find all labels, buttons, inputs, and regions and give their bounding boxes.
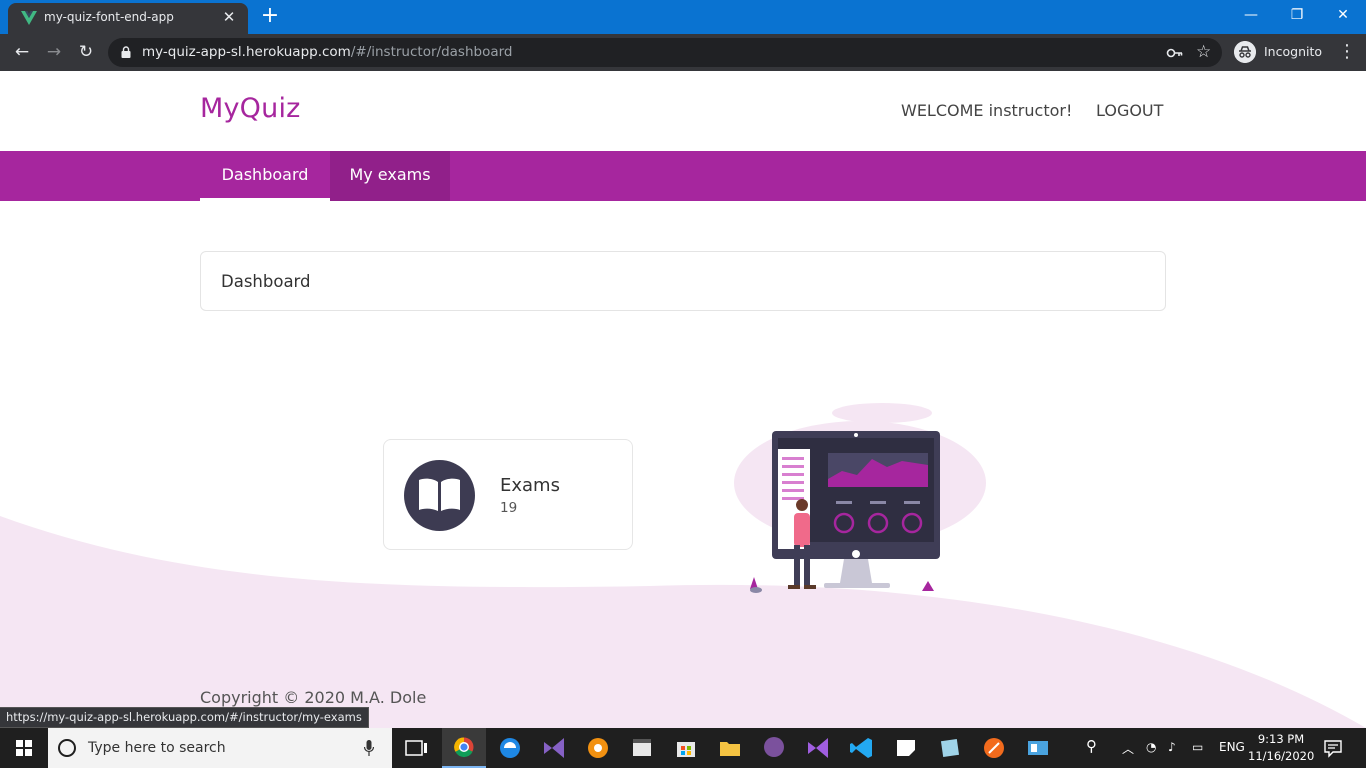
logout-link[interactable]: LOGOUT (1096, 101, 1163, 120)
microphone-icon[interactable] (364, 740, 374, 756)
control-panel-icon[interactable] (1016, 728, 1060, 768)
taskbar-search[interactable]: Type here to search (48, 728, 392, 768)
forward-icon[interactable]: → (42, 41, 66, 65)
store-icon[interactable] (664, 728, 708, 768)
welcome-text: WELCOME instructor! (901, 101, 1073, 120)
clock-date: 11/16/2020 (1248, 749, 1315, 763)
wifi-icon[interactable]: ◔ (1146, 740, 1156, 754)
battery-icon[interactable]: ▭ (1192, 740, 1203, 754)
browser-menu-icon[interactable]: ⋮ (1338, 41, 1356, 62)
task-view-icon[interactable] (394, 728, 438, 768)
page-title-card: Dashboard (200, 251, 1166, 311)
restore-icon[interactable]: ❐ (1274, 0, 1320, 30)
minimize-icon[interactable]: — (1228, 0, 1274, 30)
url-host: my-quiz-app-sl.herokuapp.com (142, 44, 351, 60)
brand-logo[interactable]: MyQuiz (200, 93, 301, 124)
pen-app-icon[interactable] (972, 728, 1016, 768)
tab-dashboard[interactable]: Dashboard (200, 151, 330, 201)
cortana-icon (58, 739, 76, 757)
language-indicator[interactable]: ENG (1219, 740, 1245, 754)
stat-count: 19 (500, 500, 518, 516)
taskbar-search-placeholder: Type here to search (88, 740, 226, 756)
visual-studio-icon[interactable] (796, 728, 840, 768)
url-path: /#/instructor/dashboard (350, 44, 513, 60)
browser-tab[interactable]: my-quiz-font-end-app ✕ (8, 3, 248, 34)
tab-title: my-quiz-font-end-app (44, 10, 174, 24)
clapper-icon[interactable] (620, 728, 664, 768)
volume-icon[interactable]: ♪ (1168, 740, 1176, 754)
new-tab-button[interactable]: + (258, 5, 282, 29)
browser-toolbar: ← → ↻ my-quiz-app-sl.herokuapp.com/#/ins… (0, 34, 1366, 71)
browser-tab-strip: my-quiz-font-end-app ✕ + — ❐ ✕ (0, 0, 1366, 34)
clock-time: 9:13 PM (1257, 732, 1305, 746)
page-title: Dashboard (221, 272, 311, 291)
web-page: MyQuiz WELCOME instructor! LOGOUT Dashbo… (0, 71, 1366, 728)
lock-icon (121, 46, 131, 58)
people-icon[interactable]: ⚲ (1086, 737, 1097, 755)
key-icon[interactable] (1166, 44, 1184, 62)
visual-studio-preview-icon[interactable] (532, 728, 576, 768)
address-bar[interactable]: my-quiz-app-sl.herokuapp.com/#/instructo… (108, 38, 1222, 67)
taskbar-clock[interactable]: 9:13 PM 11/16/2020 (1248, 731, 1314, 765)
bookmark-star-icon[interactable]: ☆ (1196, 42, 1211, 62)
reload-icon[interactable]: ↻ (74, 41, 98, 65)
notification-center-icon[interactable] (1322, 738, 1344, 758)
back-icon[interactable]: ← (10, 41, 34, 65)
stat-label: Exams (500, 475, 560, 496)
url-text: my-quiz-app-sl.herokuapp.com/#/instructo… (142, 44, 512, 60)
viber-icon[interactable] (752, 728, 796, 768)
exams-stat-card[interactable]: Exams 19 (383, 439, 633, 550)
file-explorer-icon[interactable] (708, 728, 752, 768)
show-hidden-icons[interactable]: ︿ (1122, 740, 1134, 757)
main-nav: Dashboard My exams (0, 151, 1366, 201)
vscode-icon[interactable] (840, 728, 884, 768)
sticky-notes-icon[interactable] (884, 728, 928, 768)
status-bar-url: https://my-quiz-app-sl.herokuapp.com/#/i… (0, 707, 369, 728)
edge-icon[interactable] (488, 728, 532, 768)
windows-start-icon[interactable] (0, 728, 48, 768)
incognito-label: Incognito (1264, 44, 1323, 59)
notes-app-icon[interactable] (928, 728, 972, 768)
tab-close-icon[interactable]: ✕ (218, 6, 240, 28)
dashboard-illustration (734, 403, 986, 593)
windows-taskbar: Type here to search ⚲ ︿ ◔ ♪ ▭ ENG 9:13 P… (0, 728, 1366, 768)
copyright-text: Copyright © 2020 M.A. Dole (200, 688, 427, 707)
chrome-icon[interactable] (442, 728, 486, 768)
tab-my-exams[interactable]: My exams (330, 151, 450, 201)
close-window-icon[interactable]: ✕ (1320, 0, 1366, 30)
incognito-icon (1234, 41, 1256, 63)
book-icon (404, 460, 475, 531)
vue-logo-icon (21, 11, 37, 25)
orange-app-icon[interactable] (576, 728, 620, 768)
